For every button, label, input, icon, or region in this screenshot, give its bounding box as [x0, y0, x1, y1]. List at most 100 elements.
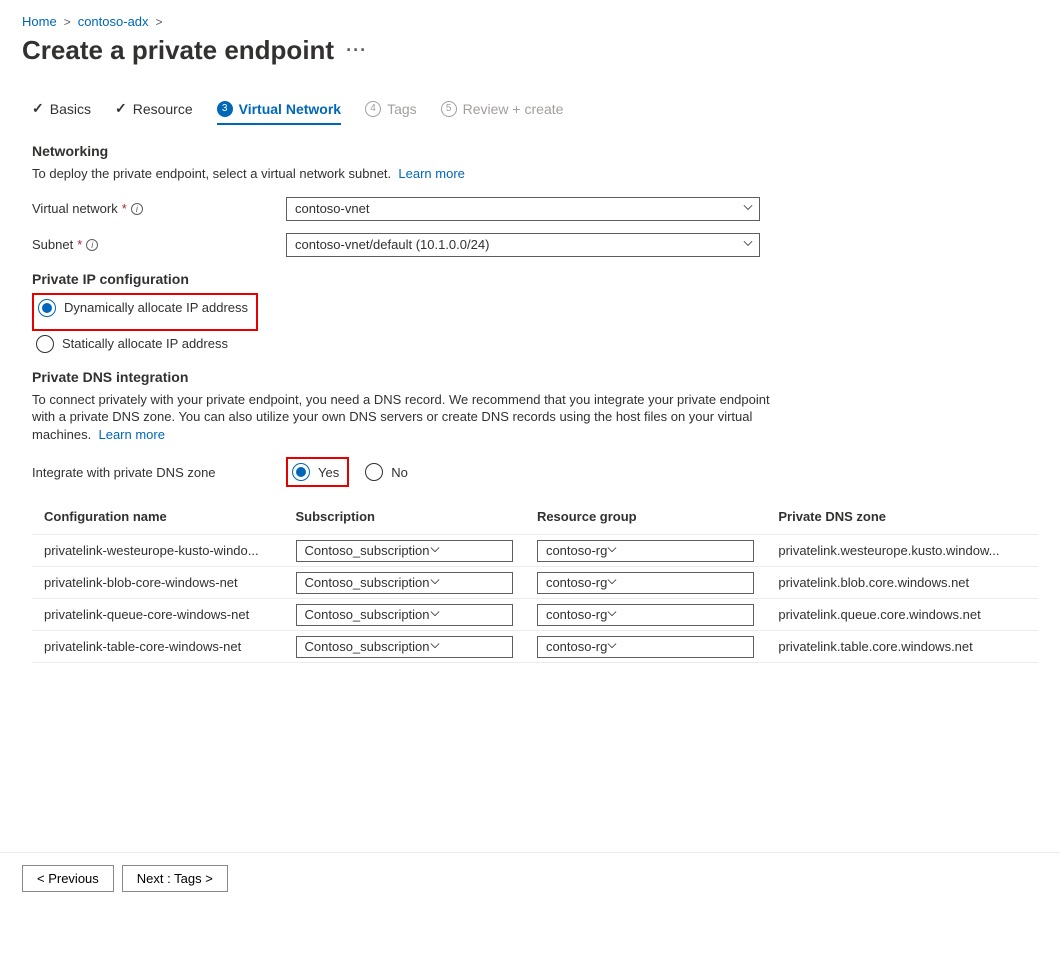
- chevron-down-icon: [607, 543, 617, 558]
- radio-static-label: Statically allocate IP address: [62, 336, 228, 351]
- subnet-label: Subnet * i: [32, 237, 286, 252]
- col-subscription: Subscription: [284, 499, 525, 535]
- networking-learn-more-link[interactable]: Learn more: [398, 166, 464, 181]
- resource-group-select[interactable]: contoso-rg: [537, 604, 754, 626]
- col-resource-group: Resource group: [525, 499, 766, 535]
- resource-group-value: contoso-rg: [546, 607, 607, 622]
- subscription-value: Contoso_subscription: [305, 575, 430, 590]
- check-icon: ✓: [115, 100, 127, 117]
- resource-group-select[interactable]: contoso-rg: [537, 572, 754, 594]
- radio-yes-label: Yes: [318, 465, 339, 480]
- chevron-down-icon: [607, 575, 617, 590]
- chevron-down-icon: [430, 543, 440, 558]
- col-private-dns-zone: Private DNS zone: [766, 499, 1038, 535]
- radio-no-label: No: [391, 465, 408, 480]
- subnet-select[interactable]: contoso-vnet/default (10.1.0.0/24): [286, 233, 760, 257]
- tab-virtual-network[interactable]: 3 Virtual Network: [217, 94, 341, 125]
- networking-title: Networking: [32, 143, 1038, 159]
- radio-dynamic-ip[interactable]: Dynamically allocate IP address: [34, 297, 252, 319]
- tab-review-create[interactable]: 5 Review + create: [441, 94, 564, 125]
- section-networking: Networking To deploy the private endpoin…: [32, 143, 1038, 257]
- next-button[interactable]: Next : Tags >: [122, 865, 228, 892]
- resource-group-select[interactable]: contoso-rg: [537, 636, 754, 658]
- breadcrumb-contoso-adx[interactable]: contoso-adx: [78, 14, 149, 29]
- subscription-select[interactable]: Contoso_subscription: [296, 540, 513, 562]
- chevron-down-icon: [430, 639, 440, 654]
- tab-label: Resource: [133, 101, 193, 117]
- cell-config-name: privatelink-queue-core-windows-net: [32, 599, 284, 631]
- cell-config-name: privatelink-westeurope-kusto-windo...: [32, 535, 284, 567]
- chevron-down-icon: [430, 575, 440, 590]
- previous-button[interactable]: < Previous: [22, 865, 114, 892]
- resource-group-value: contoso-rg: [546, 543, 607, 558]
- page-title: Create a private endpoint ···: [22, 35, 1038, 66]
- resource-group-value: contoso-rg: [546, 575, 607, 590]
- subnet-value: contoso-vnet/default (10.1.0.0/24): [295, 237, 489, 252]
- virtual-network-label-text: Virtual network: [32, 201, 118, 216]
- tab-label: Virtual Network: [239, 101, 341, 117]
- integrate-label: Integrate with private DNS zone: [32, 465, 286, 480]
- subscription-select[interactable]: Contoso_subscription: [296, 604, 513, 626]
- tab-basics[interactable]: ✓ Basics: [32, 94, 91, 125]
- dns-title: Private DNS integration: [32, 369, 1038, 385]
- cell-dns-zone: privatelink.westeurope.kusto.window...: [766, 535, 1038, 567]
- radio-integrate-no[interactable]: No: [361, 461, 412, 483]
- step-number-icon: 5: [441, 101, 457, 117]
- radio-dynamic-label: Dynamically allocate IP address: [64, 300, 248, 315]
- breadcrumb: Home > contoso-adx >: [22, 14, 1038, 29]
- cell-dns-zone: privatelink.blob.core.windows.net: [766, 567, 1038, 599]
- subscription-value: Contoso_subscription: [305, 639, 430, 654]
- highlight-integrate-yes: Yes: [286, 457, 349, 487]
- breadcrumb-home[interactable]: Home: [22, 14, 57, 29]
- more-icon[interactable]: ···: [346, 40, 367, 61]
- resource-group-value: contoso-rg: [546, 639, 607, 654]
- page-title-text: Create a private endpoint: [22, 35, 334, 66]
- virtual-network-select[interactable]: contoso-vnet: [286, 197, 760, 221]
- table-row: privatelink-westeurope-kusto-windo... Con…: [32, 535, 1038, 567]
- subscription-value: Contoso_subscription: [305, 607, 430, 622]
- cell-config-name: privatelink-blob-core-windows-net: [32, 567, 284, 599]
- chevron-right-icon: >: [64, 15, 71, 29]
- radio-icon: [365, 463, 383, 481]
- info-icon[interactable]: i: [86, 239, 98, 251]
- check-icon: ✓: [32, 100, 44, 117]
- radio-icon: [36, 335, 54, 353]
- wizard-tabs: ✓ Basics ✓ Resource 3 Virtual Network 4 …: [22, 94, 1038, 125]
- required-icon: *: [122, 201, 127, 216]
- chevron-down-icon: [743, 200, 753, 215]
- dns-learn-more-link[interactable]: Learn more: [98, 427, 164, 442]
- table-row: privatelink-blob-core-windows-net Contoso…: [32, 567, 1038, 599]
- subnet-label-text: Subnet: [32, 237, 73, 252]
- resource-group-select[interactable]: contoso-rg: [537, 540, 754, 562]
- radio-static-ip[interactable]: Statically allocate IP address: [32, 333, 1038, 355]
- chevron-down-icon: [430, 607, 440, 622]
- info-icon[interactable]: i: [131, 203, 143, 215]
- tab-label: Tags: [387, 101, 417, 117]
- subscription-value: Contoso_subscription: [305, 543, 430, 558]
- radio-integrate-yes[interactable]: Yes: [288, 461, 343, 483]
- step-number-icon: 4: [365, 101, 381, 117]
- networking-desc-text: To deploy the private endpoint, select a…: [32, 166, 391, 181]
- chevron-down-icon: [607, 639, 617, 654]
- cell-dns-zone: privatelink.queue.core.windows.net: [766, 599, 1038, 631]
- tab-tags[interactable]: 4 Tags: [365, 94, 417, 125]
- wizard-footer: < Previous Next : Tags >: [0, 852, 1060, 910]
- chevron-down-icon: [607, 607, 617, 622]
- highlight-dynamic-ip: Dynamically allocate IP address: [32, 293, 258, 331]
- chevron-down-icon: [743, 236, 753, 251]
- required-icon: *: [77, 237, 82, 252]
- dns-config-table: Configuration name Subscription Resource…: [32, 499, 1038, 663]
- tab-resource[interactable]: ✓ Resource: [115, 94, 193, 125]
- radio-icon: [38, 299, 56, 317]
- chevron-right-icon: >: [156, 15, 163, 29]
- subscription-select[interactable]: Contoso_subscription: [296, 572, 513, 594]
- subscription-select[interactable]: Contoso_subscription: [296, 636, 513, 658]
- cell-config-name: privatelink-table-core-windows-net: [32, 631, 284, 663]
- ip-config-title: Private IP configuration: [32, 271, 1038, 287]
- cell-dns-zone: privatelink.table.core.windows.net: [766, 631, 1038, 663]
- col-config-name: Configuration name: [32, 499, 284, 535]
- virtual-network-label: Virtual network * i: [32, 201, 286, 216]
- tab-label: Basics: [50, 101, 91, 117]
- section-ip-config: Private IP configuration Dynamically all…: [32, 271, 1038, 355]
- section-dns: Private DNS integration To connect priva…: [32, 369, 1038, 664]
